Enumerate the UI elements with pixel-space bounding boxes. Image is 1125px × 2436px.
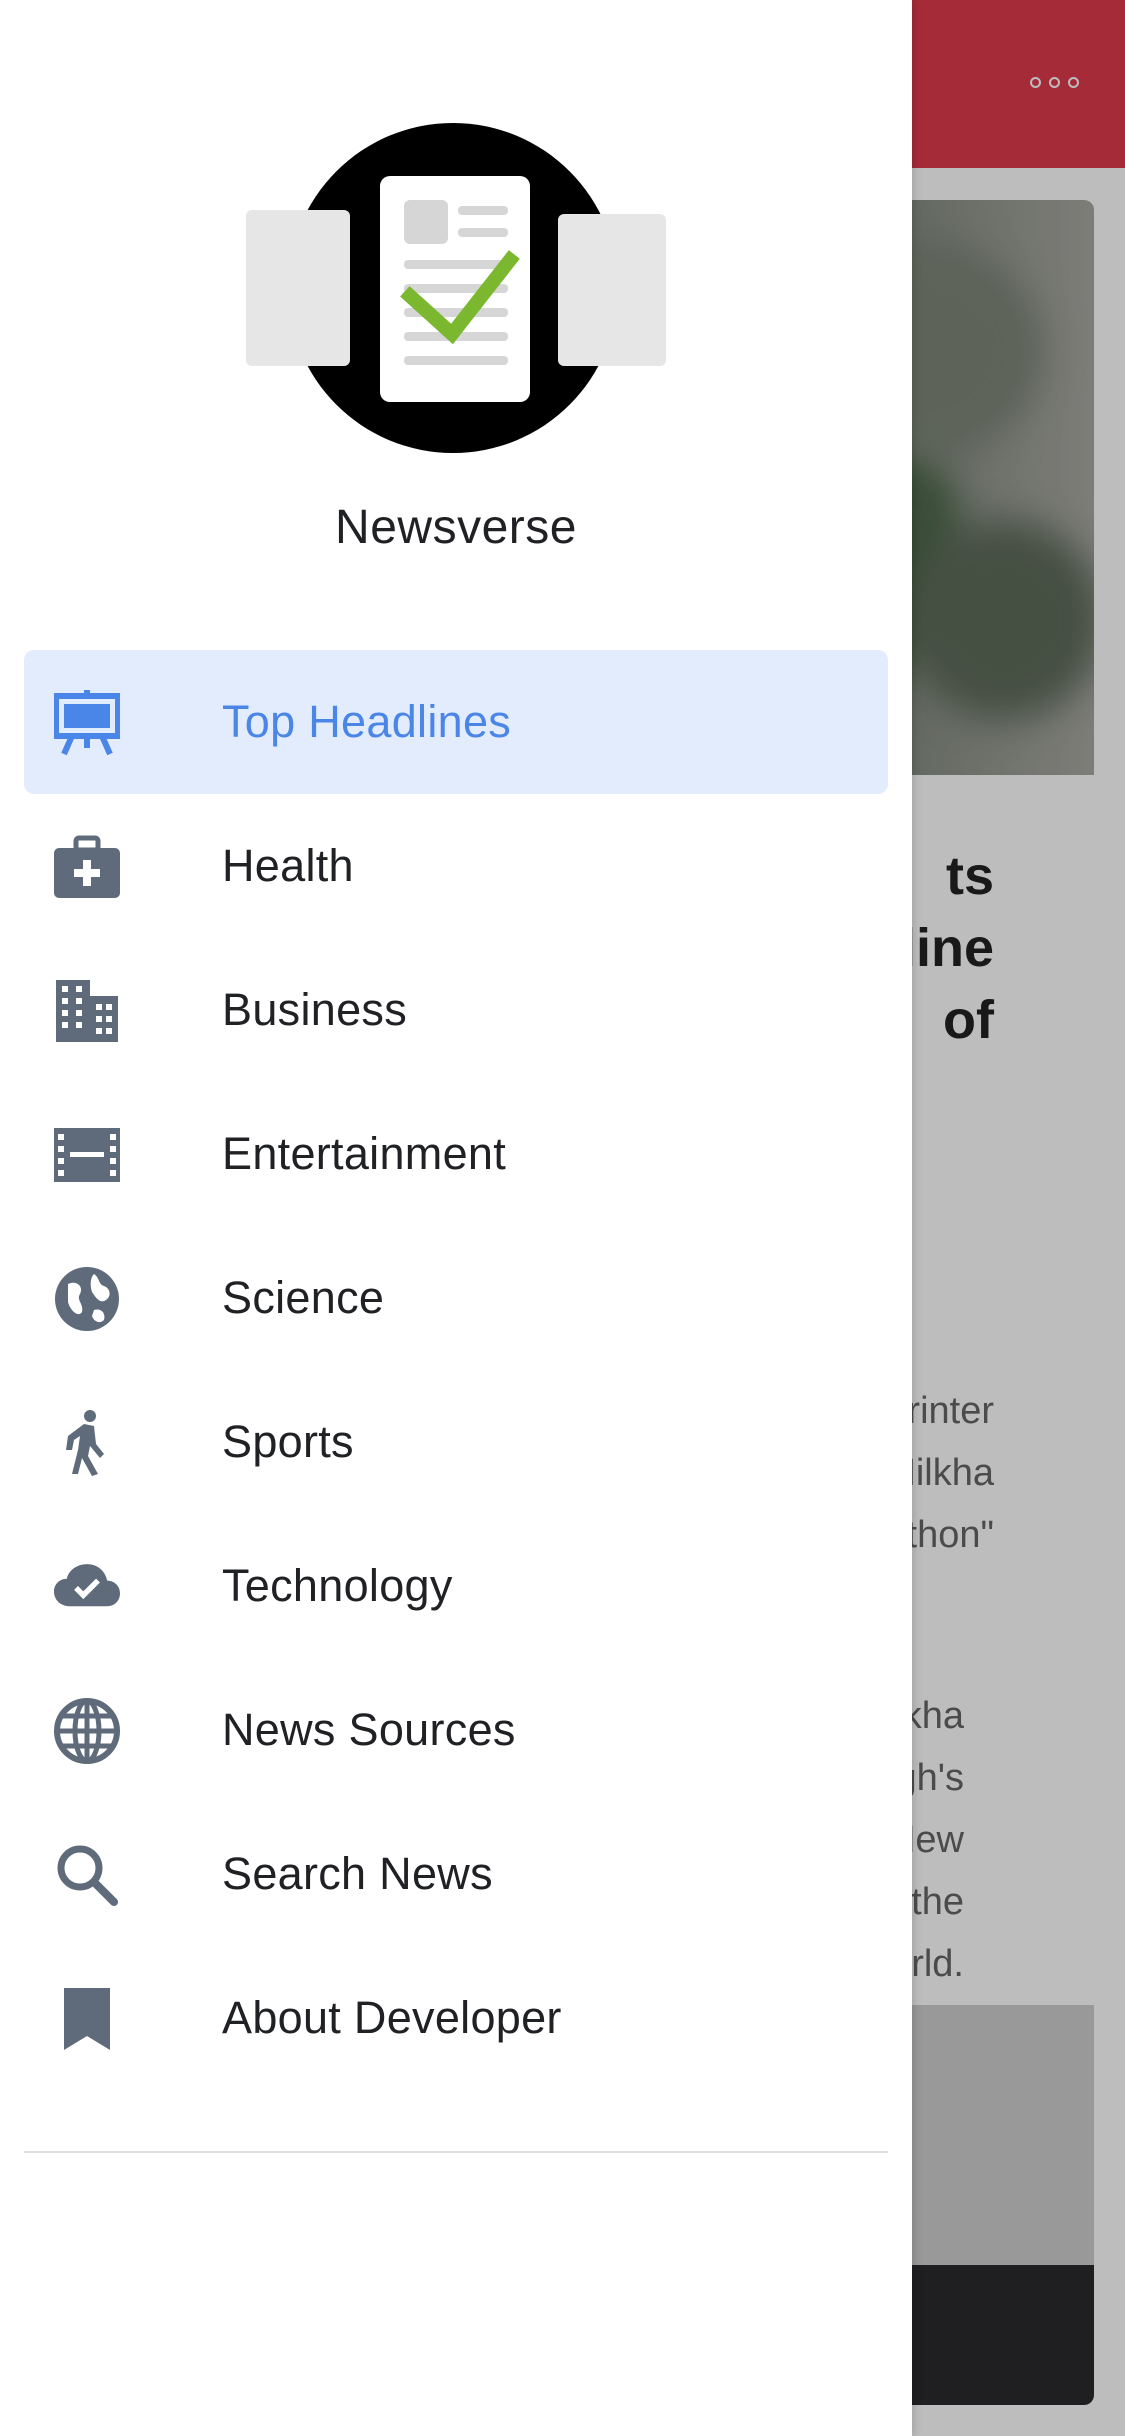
drawer-item-entertainment[interactable]: Entertainment — [24, 1082, 888, 1226]
newsverse-logo-icon — [246, 123, 666, 453]
drawer-item-label: Entertainment — [222, 1128, 507, 1179]
world-grid-icon — [54, 1698, 120, 1764]
globe-earth-icon — [54, 1266, 120, 1332]
drawer-item-label: About Developer — [222, 1992, 562, 2043]
office-building-icon — [54, 978, 120, 1044]
navigation-drawer: Newsverse Top Headlines Health Business … — [0, 0, 912, 2436]
drawer-item-science[interactable]: Science — [24, 1226, 888, 1370]
cloud-check-icon — [54, 1554, 120, 1620]
drawer-item-label: Top Headlines — [222, 696, 512, 747]
app-name: Newsverse — [335, 501, 577, 554]
film-strip-icon — [54, 1122, 120, 1188]
bookmark-icon — [54, 1986, 120, 2052]
drawer-item-search-news[interactable]: Search News — [24, 1802, 888, 1946]
drawer-item-sports[interactable]: Sports — [24, 1370, 888, 1514]
drawer-divider — [24, 2151, 888, 2153]
drawer-item-top-headlines[interactable]: Top Headlines — [24, 650, 888, 794]
drawer-item-technology[interactable]: Technology — [24, 1514, 888, 1658]
drawer-item-health[interactable]: Health — [24, 794, 888, 938]
drawer-item-label: Sports — [222, 1416, 354, 1467]
drawer-item-label: Search News — [222, 1848, 493, 1899]
drawer-item-label: Technology — [222, 1560, 453, 1611]
presentation-easel-icon — [54, 690, 120, 756]
drawer-item-label: Health — [222, 840, 354, 891]
person-walking-icon — [54, 1410, 120, 1476]
search-icon — [54, 1842, 120, 1908]
drawer-item-about-developer[interactable]: About Developer — [24, 1946, 888, 2090]
drawer-menu: Top Headlines Health Business Entertainm… — [24, 650, 888, 2090]
first-aid-kit-icon — [54, 834, 120, 900]
drawer-item-business[interactable]: Business — [24, 938, 888, 1082]
drawer-item-label: Science — [222, 1272, 385, 1323]
drawer-item-news-sources[interactable]: News Sources — [24, 1658, 888, 1802]
drawer-item-label: News Sources — [222, 1704, 516, 1755]
drawer-item-label: Business — [222, 984, 407, 1035]
